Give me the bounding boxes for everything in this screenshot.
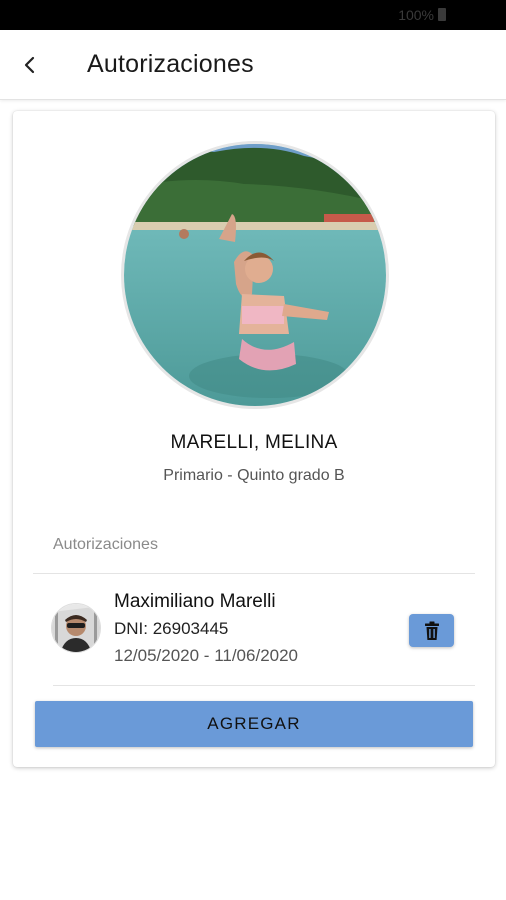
list-item: Maximiliano Marelli DNI: 26903445 12/05/… xyxy=(49,585,469,675)
divider xyxy=(53,685,475,686)
app-bar: Autorizaciones xyxy=(0,30,506,100)
delete-button[interactable] xyxy=(409,614,454,647)
authorization-dates: 12/05/2020 - 11/06/2020 xyxy=(114,646,299,665)
divider xyxy=(33,573,475,574)
page-title: Autorizaciones xyxy=(87,50,254,78)
student-grade: Primario - Quinto grado B xyxy=(163,467,345,484)
student-card: MARELLI, MELINA Primario - Quinto grado … xyxy=(13,111,495,767)
student-name: MARELLI, MELINA xyxy=(170,432,338,453)
status-bar: 100% xyxy=(0,0,506,30)
back-button[interactable] xyxy=(14,50,46,80)
section-label: Autorizaciones xyxy=(53,536,158,553)
battery-level: 100% xyxy=(398,7,434,23)
trash-icon xyxy=(424,621,439,640)
authorized-person-name: Maximiliano Marelli xyxy=(114,591,276,612)
student-photo xyxy=(121,141,389,409)
battery-icon xyxy=(438,8,446,21)
authorized-person-dni: DNI: 26903445 xyxy=(114,619,229,638)
avatar xyxy=(51,603,101,653)
chevron-left-icon xyxy=(24,56,35,74)
add-authorization-button[interactable]: AGREGAR xyxy=(35,701,473,747)
